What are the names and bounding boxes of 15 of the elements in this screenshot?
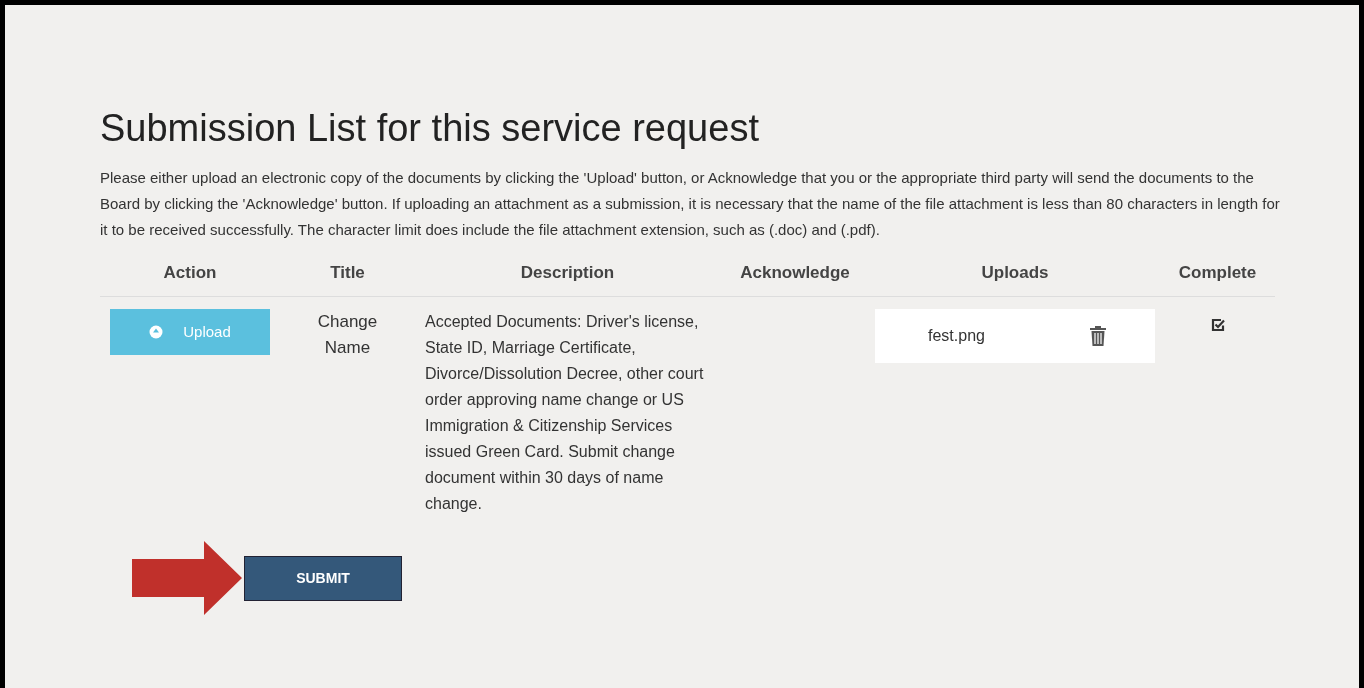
column-header: Acknowledge [740,261,850,284]
column-header: Description [520,261,615,284]
submit-button[interactable]: SUBMIT [244,555,402,601]
row-title: Change Name [316,311,379,359]
page-title: Submission List for this service request [100,106,759,151]
column-header: Uploads [981,261,1049,284]
column-header: Title [330,261,365,284]
instructions-paragraph: Please either upload an electronic copy of the documents by clicking the 'Upload' button, or Acknowledge that you or the appropriate third party will send the documents to the Board by clicking the 'Acknowledge' button. If uploading an attachment as a submission, it is necessary that the name of the file attachment is less than 80 characters in length for it to be received successfully. The character limit does include the file attachment extension, such as (.doc) and (.pdf). [100,168,1280,240]
row-description: Accepted Documents: Driver's license, State ID, Marriage Certificate, Divorce/Dissolution Decree, other court order approving name change or US Immigration & Citizenship Services issued Green Card. Submit change document within 30 days of name change. [425,312,705,514]
arrow-icon [132,541,244,615]
column-header: Action [163,261,217,284]
upload-icon [149,325,164,339]
trash-icon[interactable] [1089,325,1107,347]
column-header: Complete [1178,261,1257,284]
file-name: fest.png [928,326,985,346]
